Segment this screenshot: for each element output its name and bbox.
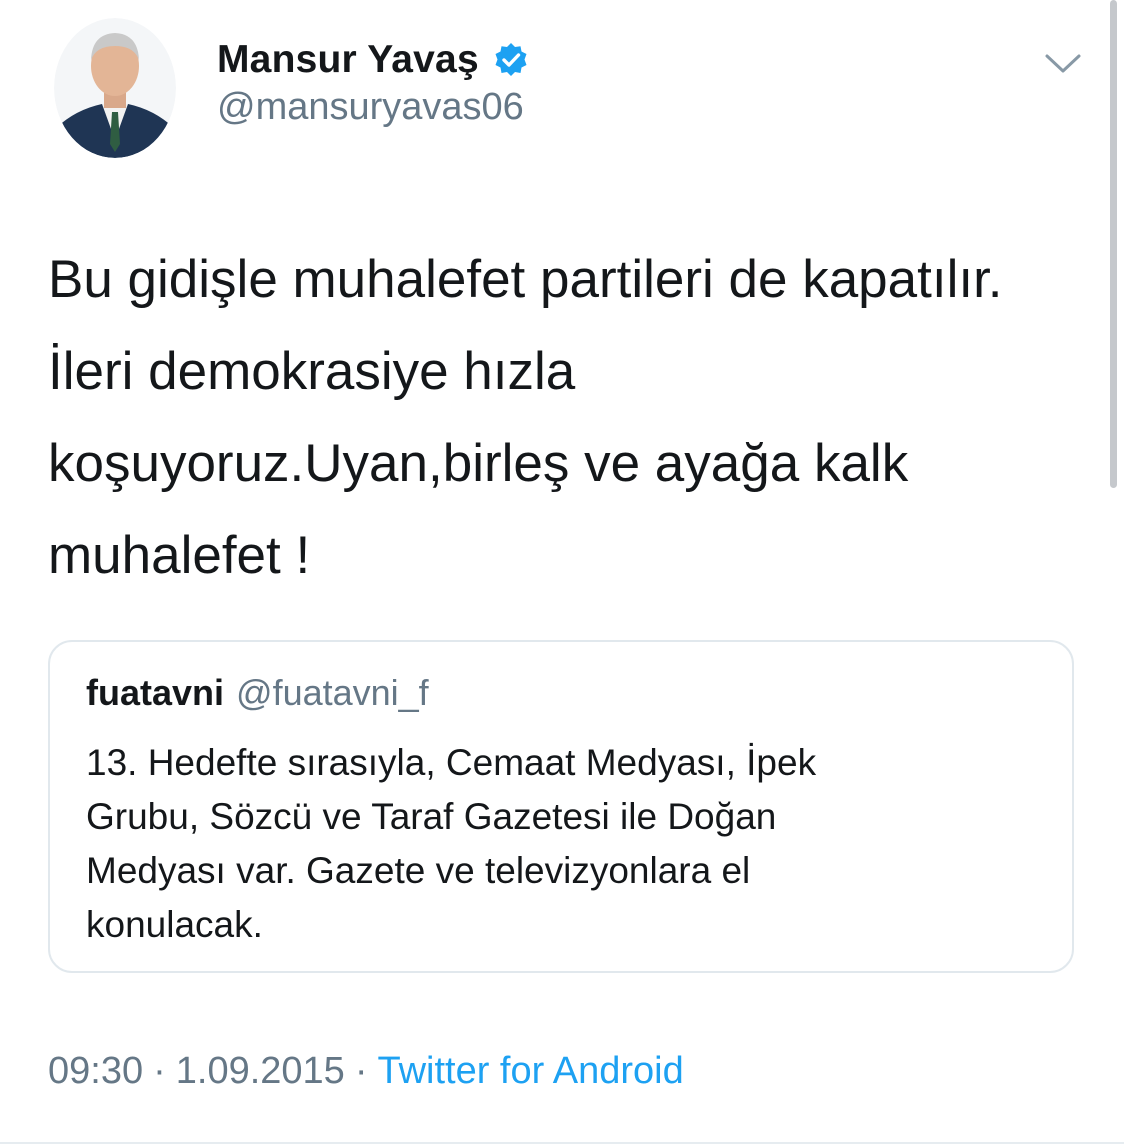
avatar[interactable] (54, 18, 176, 158)
author-handle[interactable]: @mansuryavas06 (217, 86, 524, 129)
tweet-text-line: Bu gidişle muhalefet partileri de kapatı… (48, 250, 1003, 309)
quoted-tweet-line: 13. Hedefte sırasıyla, Cemaat Medyası, İ… (86, 742, 817, 783)
tweet-date[interactable]: 1.09.2015 (176, 1050, 345, 1092)
quoted-tweet-line: Grubu, Sözcü ve Taraf Gazetesi ile Doğan (86, 796, 777, 837)
tweet-text: Bu gidişle muhalefet partileri de kapatı… (48, 234, 1088, 602)
quoted-author-name: fuatavni (86, 672, 225, 713)
tweet-meta: 09:30 · 1.09.2015 · Twitter for Android (48, 1050, 684, 1093)
verified-badge-icon (493, 42, 529, 78)
divider (0, 1142, 1124, 1144)
scrollbar[interactable] (1110, 0, 1117, 488)
quoted-tweet-line: konulacak. (86, 904, 263, 945)
quoted-tweet-text: 13. Hedefte sırasıyla, Cemaat Medyası, İ… (86, 736, 1046, 952)
meta-separator: · (354, 1050, 368, 1092)
chevron-down-icon[interactable] (1044, 50, 1082, 78)
meta-separator: · (153, 1050, 166, 1092)
author-display-name[interactable]: Mansur Yavaş (217, 38, 479, 82)
quoted-tweet-card[interactable]: fuatavni @fuatavni_f 13. Hedefte sırasıyl… (48, 640, 1074, 973)
tweet-time[interactable]: 09:30 (48, 1050, 143, 1092)
quoted-tweet-header: fuatavni @fuatavni_f (86, 672, 429, 714)
tweet-text-line: İleri demokrasiye hızla (48, 342, 576, 401)
tweet-text-line: muhalefet ! (48, 526, 311, 585)
author-row[interactable]: Mansur Yavaş (217, 36, 529, 84)
tweet-text-line: koşuyoruz.Uyan,birleş ve ayağa kalk (48, 434, 909, 493)
tweet-source-link[interactable]: Twitter for Android (377, 1050, 683, 1092)
quoted-author-handle: @fuatavni_f (236, 672, 429, 713)
quoted-tweet-line: Medyası var. Gazete ve televizyonlara el (86, 850, 751, 891)
